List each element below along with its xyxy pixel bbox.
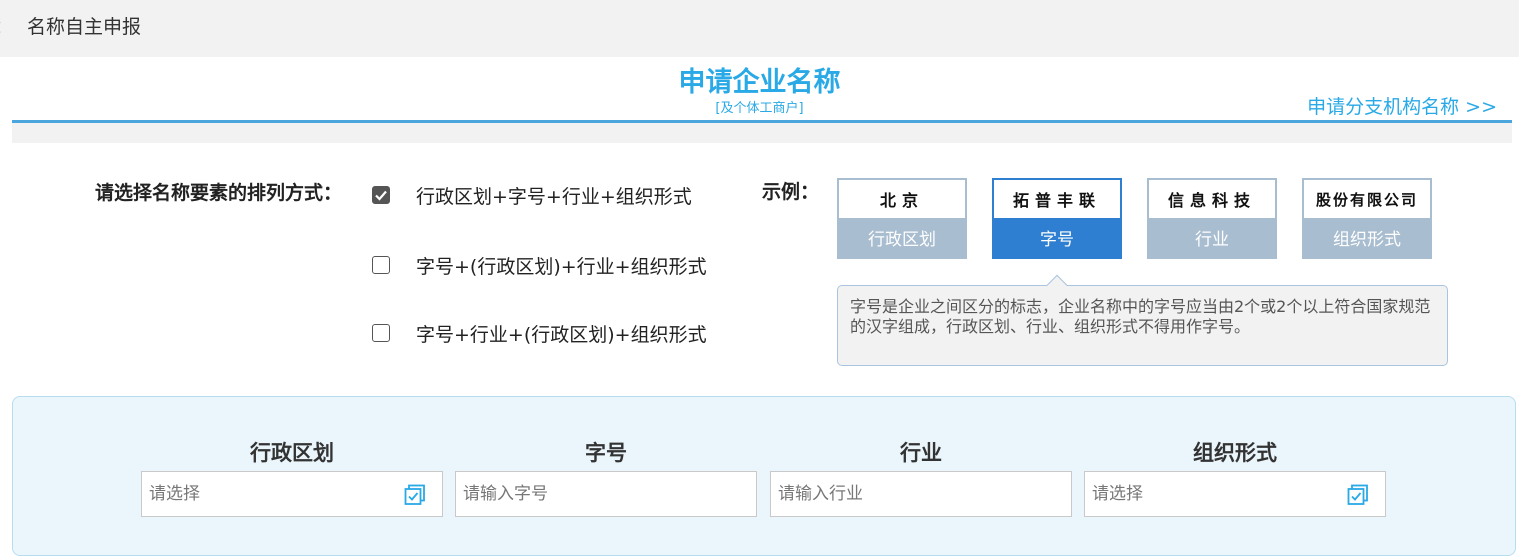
example-sample: 股份有限公司: [1315, 190, 1418, 209]
region-input[interactable]: [142, 472, 389, 516]
page-subtitle: [及个体工商户]: [715, 101, 804, 116]
example-tooltip: 字号是企业之间区分的标志，企业名称中的字号应当由2个或2个以上符合国家规范的汉字…: [837, 285, 1448, 366]
apply-branch-name-link[interactable]: 申请分支机构名称 >>: [1307, 92, 1497, 119]
example-card-org-form[interactable]: 股份有限公司 组织形式: [1302, 178, 1432, 259]
example-caption: 字号: [994, 218, 1120, 257]
page-title: 申请企业名称: [678, 67, 841, 98]
breadcrumb-prefix: ：: [0, 12, 13, 39]
field-title-org-form: 组织形式: [1193, 441, 1277, 465]
arrangement-option-2[interactable]: 字号+(行政区划)+行业+组织形式: [372, 254, 707, 278]
trade-name-field[interactable]: [455, 471, 757, 517]
example-sample: 拓普丰联: [1012, 191, 1101, 210]
tooltip-arrow: [1045, 272, 1067, 286]
arrangement-checkbox-3[interactable]: [372, 324, 390, 342]
example-caption: 行政区划: [839, 218, 965, 257]
region-field[interactable]: [141, 471, 443, 517]
example-sample: 信息科技: [1167, 191, 1256, 210]
example-sample: 北京: [879, 191, 924, 210]
arrangement-checkbox-1[interactable]: [372, 186, 390, 204]
example-label: 示例：: [762, 181, 820, 203]
arrangement-option-text: 字号+行业+(行政区划)+组织形式: [416, 323, 707, 346]
industry-field[interactable]: [770, 471, 1072, 517]
arrangement-option-3[interactable]: 字号+行业+(行政区划)+组织形式: [372, 322, 707, 346]
org-form-input[interactable]: [1085, 472, 1332, 516]
arrangement-label: 请选择名称要素的排列方式：: [95, 182, 343, 204]
header-band: [12, 123, 1512, 143]
check-icon: [375, 190, 387, 201]
field-title-region: 行政区划: [250, 441, 334, 465]
example-caption: 组织形式: [1304, 218, 1430, 257]
arrangement-checkbox-2[interactable]: [372, 256, 390, 274]
arrangement-option-1[interactable]: 行政区划+字号+行业+组织形式: [372, 184, 692, 208]
field-title-industry: 行业: [900, 441, 942, 465]
arrangement-option-text: 行政区划+字号+行业+组织形式: [416, 185, 692, 208]
industry-input[interactable]: [771, 472, 1068, 516]
arrangement-option-text: 字号+(行政区划)+行业+组织形式: [416, 255, 707, 278]
field-title-trade-name: 字号: [585, 441, 627, 465]
example-caption: 行业: [1149, 218, 1275, 257]
trade-name-input[interactable]: [456, 472, 753, 516]
picker-icon[interactable]: [1347, 484, 1369, 506]
org-form-field[interactable]: [1084, 471, 1386, 517]
picker-icon[interactable]: [404, 484, 426, 506]
top-bar: ： 名称自主申报: [0, 0, 1519, 57]
example-card-trade-name[interactable]: 拓普丰联 字号: [992, 178, 1122, 259]
breadcrumb-current: 名称自主申报: [27, 16, 142, 38]
example-card-industry[interactable]: 信息科技 行业: [1147, 178, 1277, 259]
example-card-region[interactable]: 北京 行政区划: [837, 178, 967, 259]
